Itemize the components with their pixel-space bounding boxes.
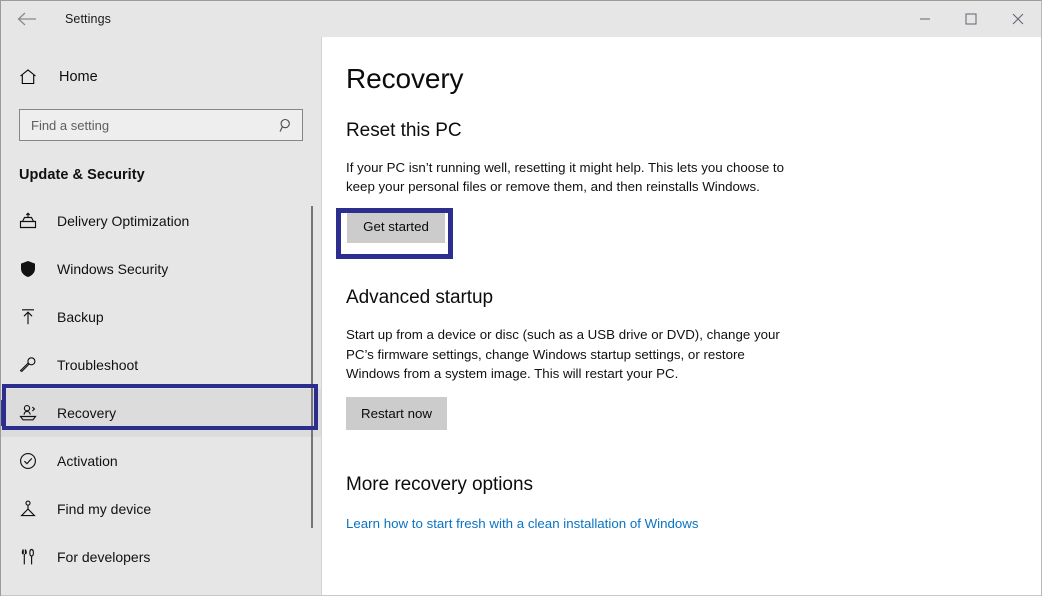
sidebar-item-find-my-device[interactable]: Find my device: [1, 485, 321, 533]
sidebar-item-label: Find my device: [57, 501, 151, 517]
section-heading-advanced-startup: Advanced startup: [346, 287, 1042, 309]
window-controls: [902, 1, 1042, 37]
sidebar-item-windows-security[interactable]: Windows Security: [1, 245, 321, 293]
wrench-icon: [19, 356, 43, 374]
main-content: Recovery Reset this PC If your PC isn’t …: [322, 37, 1042, 596]
sidebar-item-label: Recovery: [57, 405, 116, 421]
maximize-icon[interactable]: [948, 1, 994, 37]
search-input[interactable]: [31, 118, 279, 133]
sidebar-item-for-developers[interactable]: For developers: [1, 533, 321, 581]
settings-window: Settings Home: [0, 0, 1042, 596]
title-bar: Settings: [1, 1, 1042, 37]
minimize-icon[interactable]: [902, 1, 948, 37]
search-box[interactable]: [19, 109, 303, 141]
section-body-reset-this-pc: If your PC isn’t running well, resetting…: [346, 158, 798, 196]
back-arrow-icon[interactable]: [5, 3, 49, 35]
recovery-icon: [19, 404, 43, 422]
page-title: Recovery: [346, 63, 1042, 95]
shield-icon: [19, 260, 43, 278]
section-heading-more-recovery-options: More recovery options: [346, 474, 1042, 496]
sidebar-item-label: Windows Security: [57, 261, 168, 277]
window-title: Settings: [65, 12, 111, 26]
check-circle-icon: [19, 452, 43, 470]
clean-install-link[interactable]: Learn how to start fresh with a clean in…: [346, 516, 699, 531]
sidebar-scrollbar-thumb[interactable]: [311, 206, 313, 528]
sidebar-scrollbar[interactable]: [306, 202, 318, 596]
sidebar-nav-list: Delivery Optimization Windows Security: [1, 197, 321, 596]
sidebar-item-label: Backup: [57, 309, 104, 325]
sidebar: Home Update & Security: [1, 37, 321, 596]
close-icon[interactable]: [994, 1, 1042, 37]
sidebar-item-recovery[interactable]: Recovery: [1, 389, 321, 437]
sidebar-home-label: Home: [59, 69, 98, 85]
sidebar-item-activation[interactable]: Activation: [1, 437, 321, 485]
sidebar-section-title: Update & Security: [1, 167, 321, 183]
sidebar-item-delivery-optimization[interactable]: Delivery Optimization: [1, 197, 321, 245]
sidebar-item-label: For developers: [57, 549, 150, 565]
section-heading-reset-this-pc: Reset this PC: [346, 120, 1042, 142]
sidebar-item-label: Activation: [57, 453, 118, 469]
home-icon: [19, 68, 45, 86]
sidebar-item-troubleshoot[interactable]: Troubleshoot: [1, 341, 321, 389]
find-device-icon: [19, 500, 43, 518]
sidebar-item-backup[interactable]: Backup: [1, 293, 321, 341]
sidebar-item-windows-insider-program[interactable]: Windows Insider Program: [1, 581, 321, 596]
sidebar-item-label: Delivery Optimization: [57, 213, 189, 229]
section-body-advanced-startup: Start up from a device or disc (such as …: [346, 325, 798, 383]
delivery-optimization-icon: [19, 212, 43, 230]
sidebar-item-label: Troubleshoot: [57, 357, 138, 373]
upload-arrow-icon: [19, 308, 43, 326]
sidebar-item-home[interactable]: Home: [1, 57, 321, 97]
developer-tools-icon: [19, 548, 43, 566]
search-icon[interactable]: [279, 118, 294, 133]
restart-now-button[interactable]: Restart now: [346, 397, 447, 430]
get-started-button[interactable]: Get started: [347, 210, 445, 243]
